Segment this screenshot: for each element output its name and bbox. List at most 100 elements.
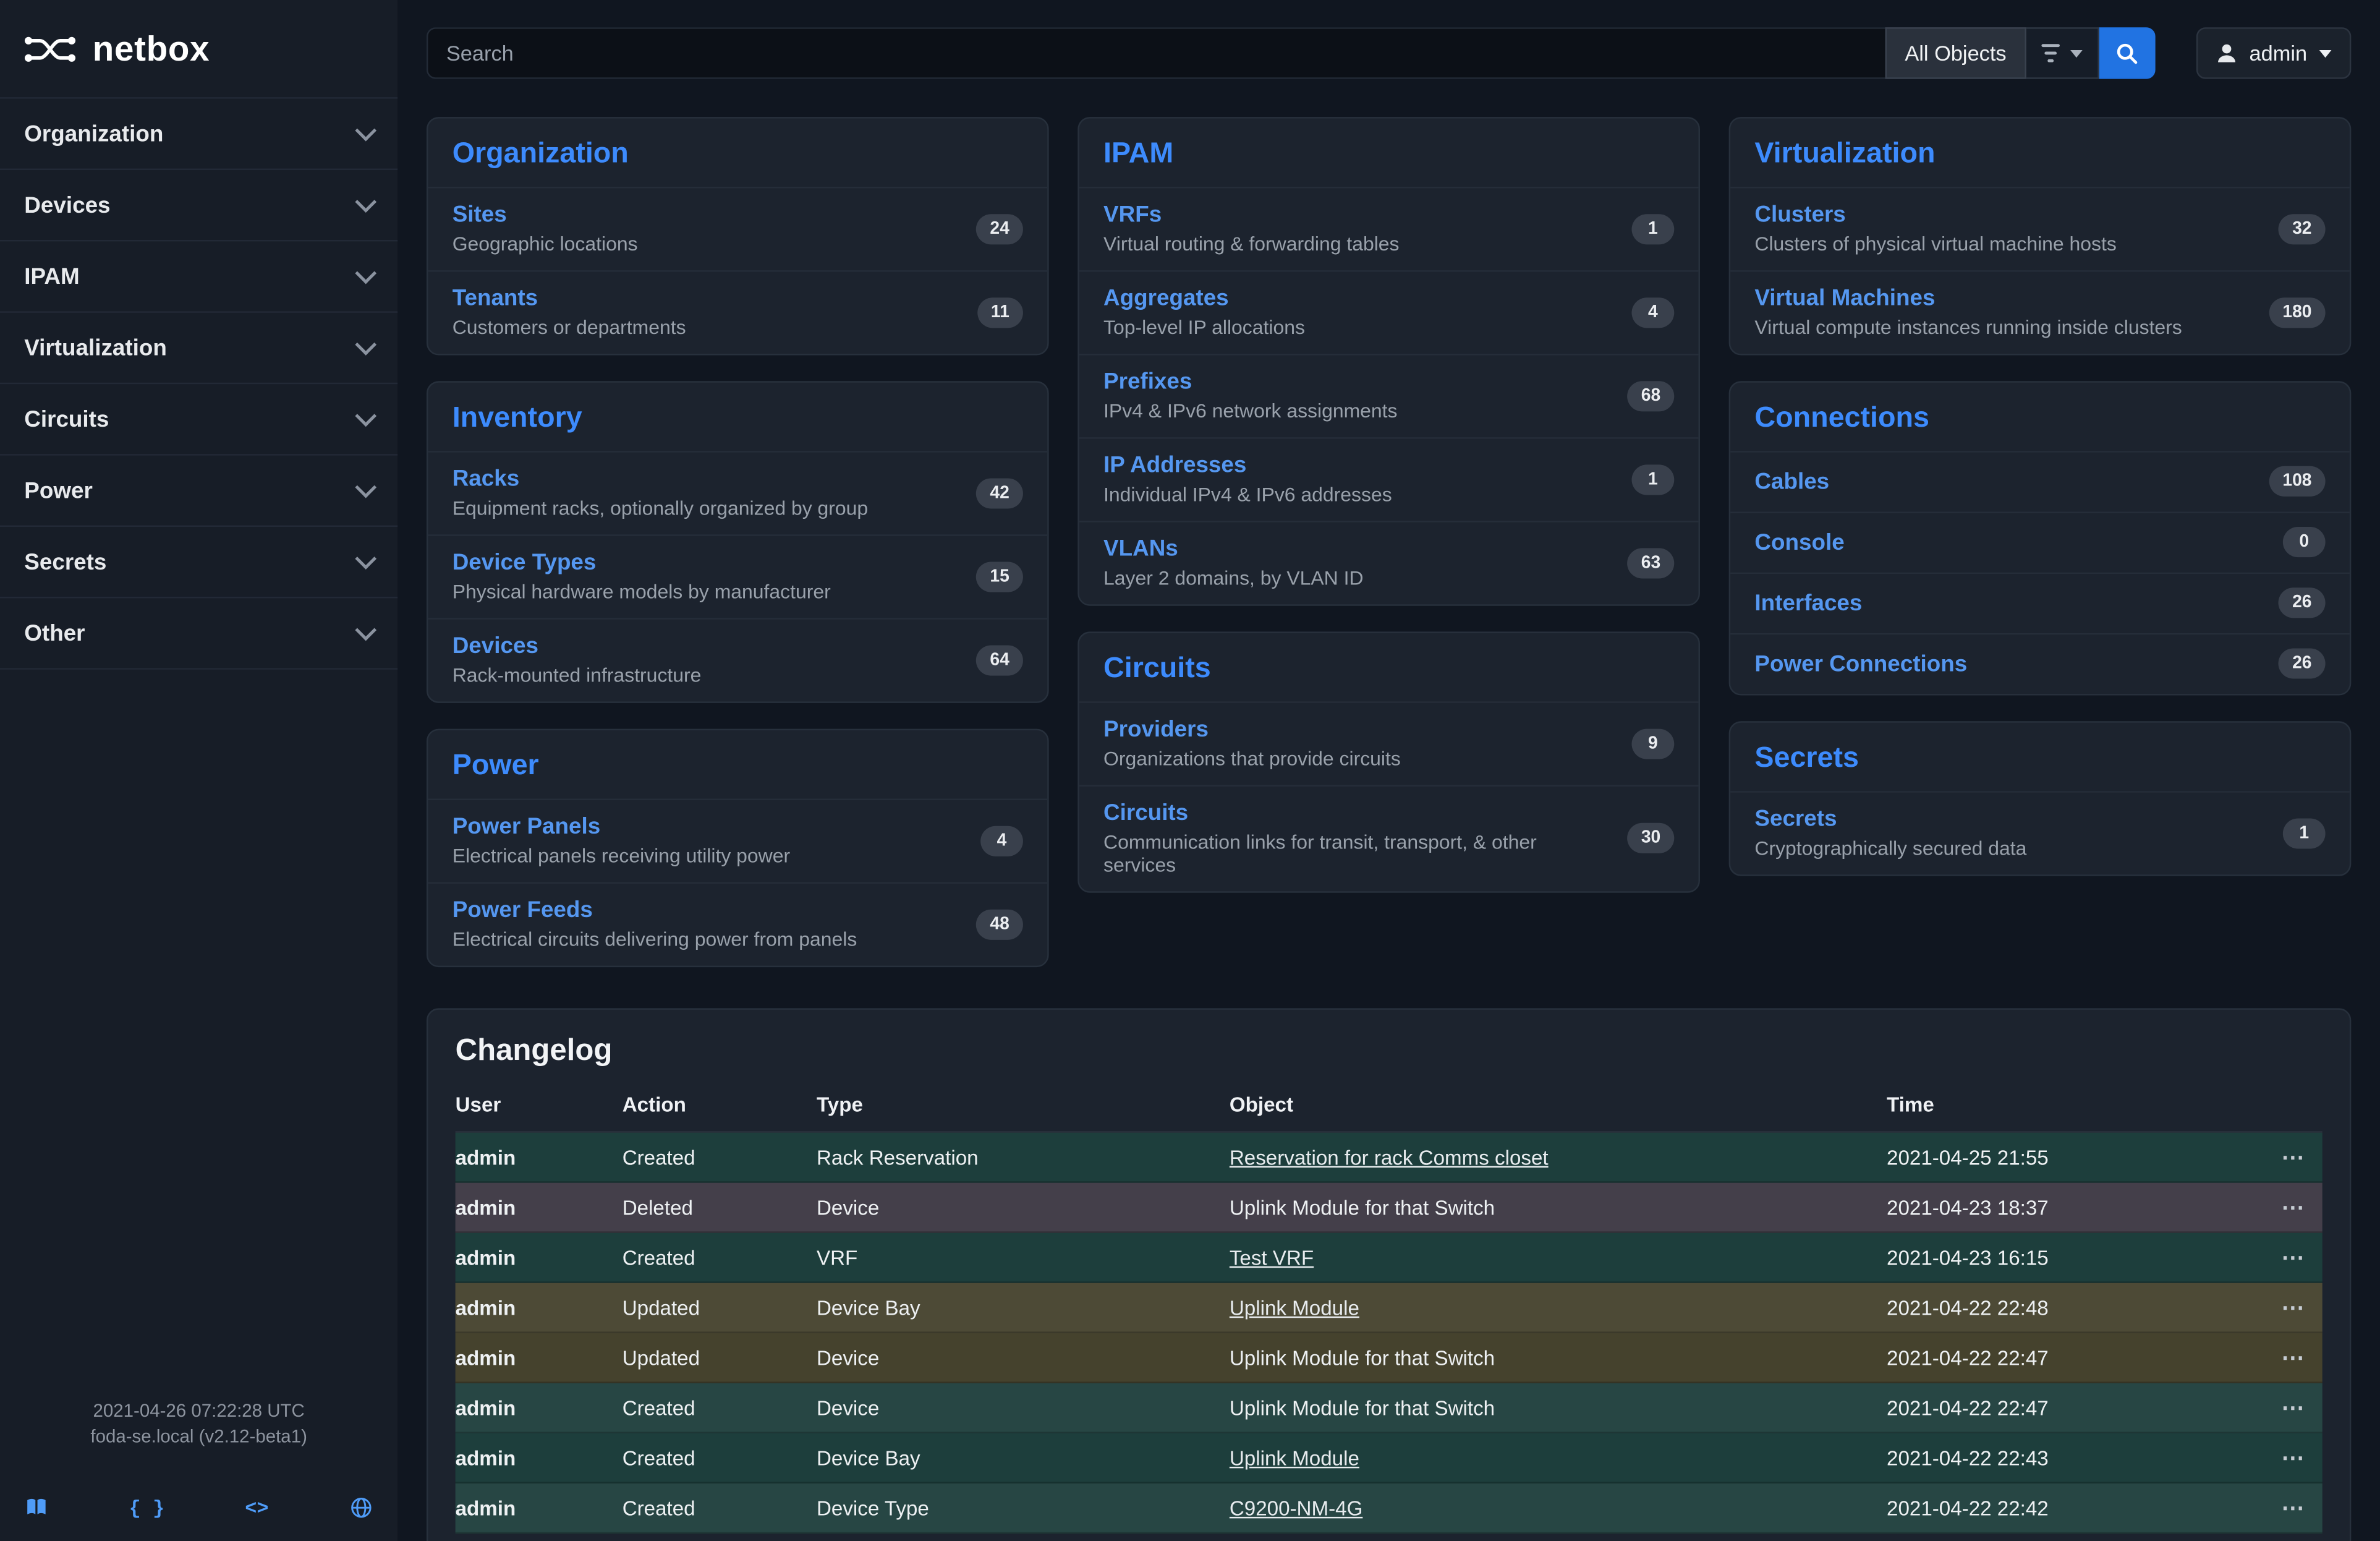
object-link[interactable]: Uplink Module [1230,1296,1359,1319]
card-item-link[interactable]: Secrets [1754,806,2026,832]
search-icon [2115,42,2138,65]
object-link[interactable]: Reservation for rack Comms closet [1230,1146,1549,1169]
card-item[interactable]: VLANs Layer 2 domains, by VLAN ID 63 [1079,521,1699,604]
footer-icons: { } <> [0,1496,397,1520]
changelog-row: admin Updated Device Bay Uplink Module 2… [456,1283,2323,1333]
card-item[interactable]: Virtual Machines Virtual compute instanc… [1730,270,2350,354]
card-item-link[interactable]: Virtual Machines [1754,286,2182,312]
card-item-link[interactable]: Device Types [453,550,831,576]
card-item-link[interactable]: Devices [453,633,702,659]
card-title: Circuits [1079,633,1699,701]
card-item[interactable]: Interfaces 26 [1730,573,2350,633]
sidebar-item-virtualization[interactable]: Virtualization [0,311,397,382]
object-link[interactable]: C9200-NM-4G [1230,1496,1363,1519]
row-menu-button[interactable]: ⋯ [2281,1496,2322,1519]
sidebar-item-ipam[interactable]: IPAM [0,240,397,311]
footer-timestamp: 2021-04-26 07:22:28 UTC [0,1399,397,1424]
card-item[interactable]: Clusters Clusters of physical virtual ma… [1730,187,2350,270]
card-item[interactable]: Racks Equipment racks, optionally organi… [428,451,1047,534]
card-item-link[interactable]: Power Connections [1754,651,1967,677]
search-input[interactable] [427,27,1885,79]
object-link[interactable]: Uplink Module [1230,1446,1359,1469]
sidebar-item-organization[interactable]: Organization [0,97,397,168]
topbar: All Objects [427,27,2351,79]
row-user: admin [456,1296,623,1319]
row-menu-button[interactable]: ⋯ [2281,1396,2322,1419]
card-item[interactable]: Prefixes IPv4 & IPv6 network assignments… [1079,354,1699,437]
row-menu-button[interactable]: ⋯ [2281,1246,2322,1269]
row-menu-button[interactable]: ⋯ [2281,1346,2322,1369]
card-item-link[interactable]: Interfaces [1754,590,1862,616]
card-title: Organization [428,119,1047,187]
card-item-description: IPv4 & IPv6 network assignments [1103,399,1397,422]
card-item-link[interactable]: Sites [453,202,638,228]
card-item[interactable]: Circuits Communication links for transit… [1079,785,1699,891]
card-item[interactable]: VRFs Virtual routing & forwarding tables… [1079,187,1699,270]
source-globe-icon[interactable] [349,1496,373,1520]
card-item-link[interactable]: Racks [453,466,868,492]
card-item-text: VLANs Layer 2 domains, by VLAN ID [1103,536,1363,589]
rest-api-braces-icon[interactable]: { } [129,1496,164,1519]
card-item-link[interactable]: Power Feeds [453,897,857,923]
sidebar-item-other[interactable]: Other [0,597,397,670]
sidebar-item-secrets[interactable]: Secrets [0,526,397,597]
card-item-text: Power Connections [1754,651,1967,677]
card-item-link[interactable]: Clusters [1754,202,2116,228]
card-item[interactable]: Device Types Physical hardware models by… [428,534,1047,618]
card-item-link[interactable]: Providers [1103,717,1401,743]
card-item-link[interactable]: Console [1754,529,1844,555]
row-action: Created [623,1146,817,1169]
card-item-link[interactable]: Prefixes [1103,369,1397,395]
card-item-link[interactable]: Cables [1754,468,1829,494]
docs-book-icon[interactable] [24,1496,48,1520]
row-menu-button[interactable]: ⋯ [2281,1196,2322,1219]
card-item-description: Physical hardware models by manufacturer [453,580,831,603]
card-item-description: Electrical panels receiving utility powe… [453,844,790,867]
card-item[interactable]: Devices Rack-mounted infrastructure 64 [428,618,1047,701]
col-header-type: Type [817,1093,1230,1116]
card-item-link[interactable]: Power Panels [453,814,790,840]
card-item[interactable]: Sites Geographic locations 24 [428,187,1047,270]
card-item[interactable]: Secrets Cryptographically secured data 1 [1730,791,2350,874]
row-menu-button[interactable]: ⋯ [2281,1446,2322,1469]
card-item[interactable]: Power Feeds Electrical circuits deliveri… [428,882,1047,966]
card-item[interactable]: Power Connections 26 [1730,633,2350,694]
sidebar-item-label: Power [24,477,93,503]
card-item[interactable]: IP Addresses Individual IPv4 & IPv6 addr… [1079,437,1699,521]
row-user: admin [456,1396,623,1419]
card-item[interactable]: Tenants Customers or departments 11 [428,270,1047,354]
card-title: IPAM [1079,119,1699,187]
card-item-link[interactable]: Aggregates [1103,286,1305,312]
card-item-text: Power Feeds Electrical circuits deliveri… [453,897,857,950]
card-item[interactable]: Cables 108 [1730,451,2350,511]
sidebar-item-circuits[interactable]: Circuits [0,383,397,454]
sidebar-item-power[interactable]: Power [0,454,397,525]
row-menu-button[interactable]: ⋯ [2281,1296,2322,1319]
card-item-link[interactable]: VRFs [1103,202,1399,228]
card-item[interactable]: Providers Organizations that provide cir… [1079,701,1699,785]
search-filter-dropdown[interactable] [2026,27,2099,79]
col-header-object: Object [1230,1093,1887,1116]
card-item-link[interactable]: Circuits [1103,800,1612,826]
search-scope-button[interactable]: All Objects [1885,27,2026,79]
object-link[interactable]: Test VRF [1230,1246,1314,1269]
netbox-logo[interactable]: netbox [0,0,397,97]
card-item-text: Interfaces [1754,590,1862,616]
col-header-time: Time [1887,1093,2256,1116]
user-icon [2216,43,2237,64]
row-type: Device [817,1396,1230,1419]
card-item-link[interactable]: Tenants [453,286,686,312]
api-code-icon[interactable]: <> [245,1496,268,1519]
card-item-link[interactable]: VLANs [1103,536,1363,562]
card-item[interactable]: Power Panels Electrical panels receiving… [428,799,1047,882]
sidebar-item-label: Virtualization [24,335,167,361]
sidebar-item-devices[interactable]: Devices [0,169,397,240]
row-menu-button[interactable]: ⋯ [2281,1146,2322,1169]
card-item-text: IP Addresses Individual IPv4 & IPv6 addr… [1103,453,1392,506]
search-submit-button[interactable] [2099,27,2155,79]
user-menu-button[interactable]: admin [2196,27,2352,79]
count-badge: 26 [2279,587,2326,618]
card-item[interactable]: Console 0 [1730,511,2350,572]
card-item-link[interactable]: IP Addresses [1103,453,1392,479]
card-item[interactable]: Aggregates Top-level IP allocations 4 [1079,270,1699,354]
